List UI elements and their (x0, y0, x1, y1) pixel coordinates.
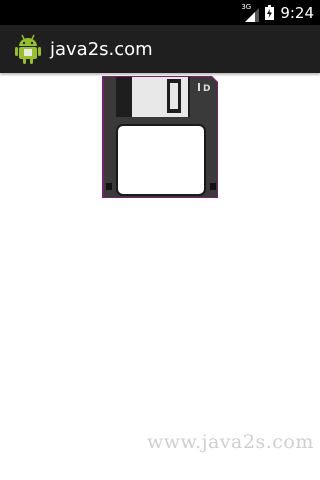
action-bar: java2s.com (0, 25, 320, 73)
main-content: D (0, 73, 320, 480)
app-title: java2s.com (50, 38, 153, 60)
floppy-disk-icon: D (99, 73, 221, 201)
status-clock: 9:24 (280, 3, 314, 22)
watermark-text: www.java2s.com (147, 431, 314, 453)
status-bar: 3G 9:24 (0, 0, 320, 25)
status-icons: 3G 9:24 (241, 0, 314, 25)
floppy-label-text: D (203, 84, 210, 94)
android-icon[interactable] (14, 33, 42, 65)
signal-icon: 3G (241, 3, 260, 22)
battery-icon (265, 5, 275, 20)
